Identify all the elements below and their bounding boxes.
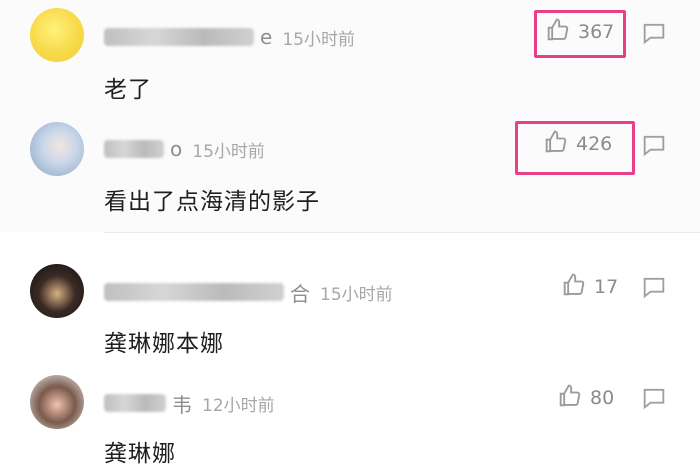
comment-text: 看出了点海清的影子: [104, 189, 320, 215]
comment-text: 老了: [104, 77, 152, 103]
like-count: 17: [594, 276, 619, 298]
avatar[interactable]: [30, 375, 84, 429]
timestamp: 15小时前: [192, 141, 265, 162]
thumbs-up-icon: [556, 382, 584, 414]
comment-text: 龚琳娜本娜: [104, 331, 224, 357]
timestamp: 12小时前: [202, 395, 275, 416]
avatar[interactable]: [30, 8, 84, 62]
timestamp: 15小时前: [282, 29, 355, 50]
username-blurred[interactable]: [104, 283, 284, 301]
username-suffix: e: [260, 25, 273, 49]
like-count: 426: [576, 133, 613, 155]
comment-icon: [640, 277, 668, 305]
like-count: 367: [578, 21, 615, 43]
like-button[interactable]: 426: [542, 127, 612, 161]
comment-meta: 合 15小时前: [104, 279, 393, 306]
thumbs-up-icon: [560, 271, 588, 303]
reply-button[interactable]: [640, 384, 668, 412]
timestamp: 15小时前: [320, 284, 393, 305]
username-suffix: 合: [290, 281, 310, 306]
comment-icon: [640, 23, 668, 51]
reply-button[interactable]: [640, 19, 668, 47]
like-button[interactable]: 367: [544, 15, 614, 49]
username-blurred[interactable]: [104, 28, 254, 46]
reply-button[interactable]: [640, 273, 668, 301]
comment-meta: 韦 12小时前: [104, 390, 275, 417]
username-blurred[interactable]: [104, 140, 164, 158]
like-count: 80: [590, 387, 615, 409]
comment-icon: [640, 135, 668, 163]
comment-icon: [640, 388, 668, 416]
reply-button[interactable]: [640, 131, 668, 159]
comment-text: 龚琳娜: [104, 441, 176, 467]
avatar[interactable]: [30, 122, 84, 176]
like-button[interactable]: 17: [560, 270, 618, 304]
username-suffix: o: [170, 137, 183, 161]
comment-meta: e 15小时前: [104, 24, 355, 50]
thumbs-up-icon: [542, 128, 570, 160]
thumbs-up-icon: [544, 16, 572, 48]
username-blurred[interactable]: [104, 394, 166, 412]
like-button[interactable]: 80: [556, 381, 614, 415]
username-suffix: 韦: [172, 392, 192, 417]
comment-meta: o 15小时前: [104, 136, 265, 162]
divider: [104, 232, 700, 233]
avatar[interactable]: [30, 264, 84, 318]
